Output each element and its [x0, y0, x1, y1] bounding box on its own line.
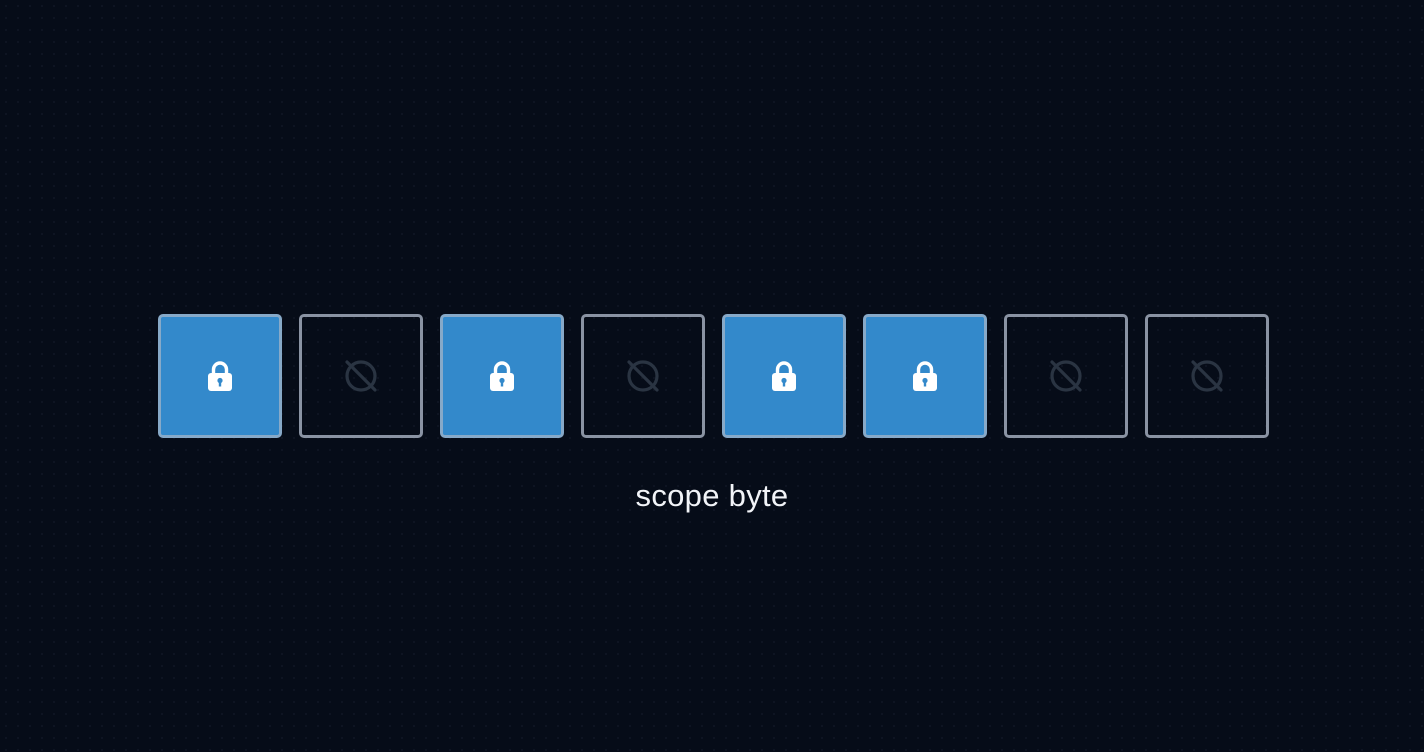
slash-circle-icon	[1047, 357, 1085, 395]
bit-6-toggle[interactable]	[1004, 314, 1128, 438]
bit-2-toggle[interactable]	[440, 314, 564, 438]
bit-3-toggle[interactable]	[581, 314, 705, 438]
bit-row	[158, 314, 1269, 438]
slash-circle-icon	[624, 357, 662, 395]
lock-icon	[911, 360, 939, 392]
lock-icon	[770, 360, 798, 392]
bit-0-toggle[interactable]	[158, 314, 282, 438]
slash-circle-icon	[342, 357, 380, 395]
slash-circle-icon	[1188, 357, 1226, 395]
scope-byte-view: scope byte	[0, 0, 1424, 752]
lock-icon	[488, 360, 516, 392]
bit-7-toggle[interactable]	[1145, 314, 1269, 438]
bit-1-toggle[interactable]	[299, 314, 423, 438]
lock-icon	[206, 360, 234, 392]
bit-5-toggle[interactable]	[863, 314, 987, 438]
caption-label: scope byte	[635, 478, 789, 513]
bit-4-toggle[interactable]	[722, 314, 846, 438]
